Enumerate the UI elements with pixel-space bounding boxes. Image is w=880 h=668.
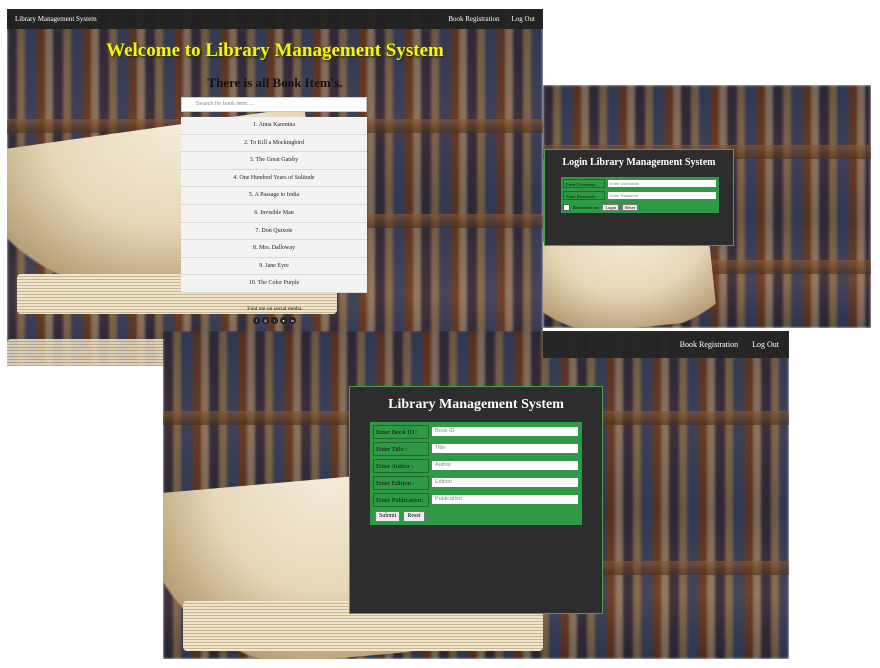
author-label: Enter Author : bbox=[373, 459, 429, 473]
edition-row: Enter Edition : Edition bbox=[373, 476, 578, 490]
nav-book-registration[interactable]: Book Registration bbox=[448, 15, 499, 23]
reset-button[interactable]: Reset bbox=[622, 204, 639, 211]
edition-label: Enter Edition : bbox=[373, 476, 429, 490]
social-caption: Find me on social media. bbox=[247, 306, 303, 312]
title-input[interactable]: Title bbox=[432, 444, 578, 453]
author-input[interactable]: Author bbox=[432, 461, 578, 470]
password-label: Enter Password : bbox=[563, 191, 605, 200]
registration-title: Library Management System bbox=[388, 397, 564, 412]
book-list: 1. Anna Karenina 2. To Kill a Mockingbir… bbox=[181, 117, 367, 293]
title-row: Enter Title : Title bbox=[373, 442, 578, 456]
book-list-item[interactable]: 3. The Great Gatsby bbox=[181, 152, 367, 170]
author-row: Enter Author : Author bbox=[373, 459, 578, 473]
book-list-item[interactable]: 10. The Color Purple bbox=[181, 275, 367, 293]
title-label: Enter Title : bbox=[373, 442, 429, 456]
login-title: Login Library Management System bbox=[562, 157, 716, 168]
book-list-item[interactable]: 2. To Kill a Mockingbird bbox=[181, 134, 367, 153]
username-label: Enter Username : bbox=[563, 179, 605, 188]
instagram-icon[interactable]: ◎ bbox=[262, 317, 269, 324]
book-list-item[interactable]: 1. Anna Karenina bbox=[181, 117, 367, 135]
book-list-item[interactable]: 9. Jane Eyre bbox=[181, 257, 367, 276]
registration-panel: Library Management System Enter Book ID … bbox=[349, 386, 603, 614]
nav-logout[interactable]: Log Out bbox=[511, 15, 535, 23]
book-list-item[interactable]: 6. Invisible Man bbox=[181, 204, 367, 223]
login-screen: Login Library Management System Enter Us… bbox=[543, 85, 871, 328]
nav-book-registration[interactable]: Book Registration bbox=[680, 340, 738, 349]
nav-links: Book Registration Log Out bbox=[680, 340, 779, 349]
remember-label: Remember me bbox=[573, 205, 600, 210]
username-row: Enter Username : Enter Username bbox=[563, 179, 716, 189]
nav-links: Book Registration Log Out bbox=[448, 15, 535, 23]
book-list-item[interactable]: 4. One Hundred Years of Solitude bbox=[181, 169, 367, 188]
registration-form: Enter Book ID : Book ID Enter Title : Ti… bbox=[370, 422, 582, 525]
login-form: Enter Username : Enter Username Enter Pa… bbox=[561, 177, 719, 213]
form-buttons: Submit Reset bbox=[375, 511, 425, 522]
username-input[interactable]: Enter Username bbox=[608, 180, 716, 187]
navbar: Book Registration Log Out bbox=[543, 331, 789, 358]
welcome-heading: Welcome to Library Management System bbox=[106, 40, 444, 61]
edition-input[interactable]: Edition bbox=[432, 478, 578, 487]
brand-link[interactable]: Library Management System bbox=[15, 15, 97, 23]
book-list-item[interactable]: 7. Don Quixote bbox=[181, 222, 367, 241]
book-id-row: Enter Book ID : Book ID bbox=[373, 425, 578, 439]
login-panel: Login Library Management System Enter Us… bbox=[544, 149, 734, 246]
password-input[interactable]: Enter Password bbox=[608, 192, 716, 199]
facebook-icon[interactable]: f bbox=[253, 317, 260, 324]
github-icon[interactable]: ● bbox=[280, 317, 287, 324]
book-list-item[interactable]: 5. A Passage to India bbox=[181, 187, 367, 205]
password-row: Enter Password : Enter Password bbox=[563, 191, 716, 201]
book-list-subtitle: There is all Book Item's. bbox=[207, 75, 343, 90]
nav-logout[interactable]: Log Out bbox=[752, 340, 779, 349]
login-button[interactable]: Login bbox=[602, 204, 620, 211]
book-registration-screen: Book Registration Log Out Library Manage… bbox=[163, 331, 789, 659]
book-list-screen: Library Management System Book Registrat… bbox=[7, 9, 543, 366]
publication-input[interactable]: Publication bbox=[432, 495, 578, 504]
social-links: f ◎ t ● in bbox=[253, 317, 296, 324]
twitter-icon[interactable]: t bbox=[271, 317, 278, 324]
publication-row: Enter Publication: Publication bbox=[373, 493, 578, 507]
linkedin-icon[interactable]: in bbox=[289, 317, 296, 324]
reset-button[interactable]: Reset bbox=[403, 511, 425, 522]
remember-checkbox[interactable] bbox=[563, 204, 570, 211]
publication-label: Enter Publication: bbox=[373, 493, 429, 507]
book-id-label: Enter Book ID : bbox=[373, 425, 429, 439]
submit-button[interactable]: Submit bbox=[375, 511, 401, 522]
search-input[interactable]: Search for book item..... bbox=[181, 97, 367, 112]
book-list-item[interactable]: 8. Mrs. Dalloway bbox=[181, 240, 367, 258]
book-id-input[interactable]: Book ID bbox=[432, 427, 578, 436]
remember-row: Remember me Login Reset bbox=[563, 204, 639, 211]
navbar: Library Management System Book Registrat… bbox=[7, 9, 543, 29]
